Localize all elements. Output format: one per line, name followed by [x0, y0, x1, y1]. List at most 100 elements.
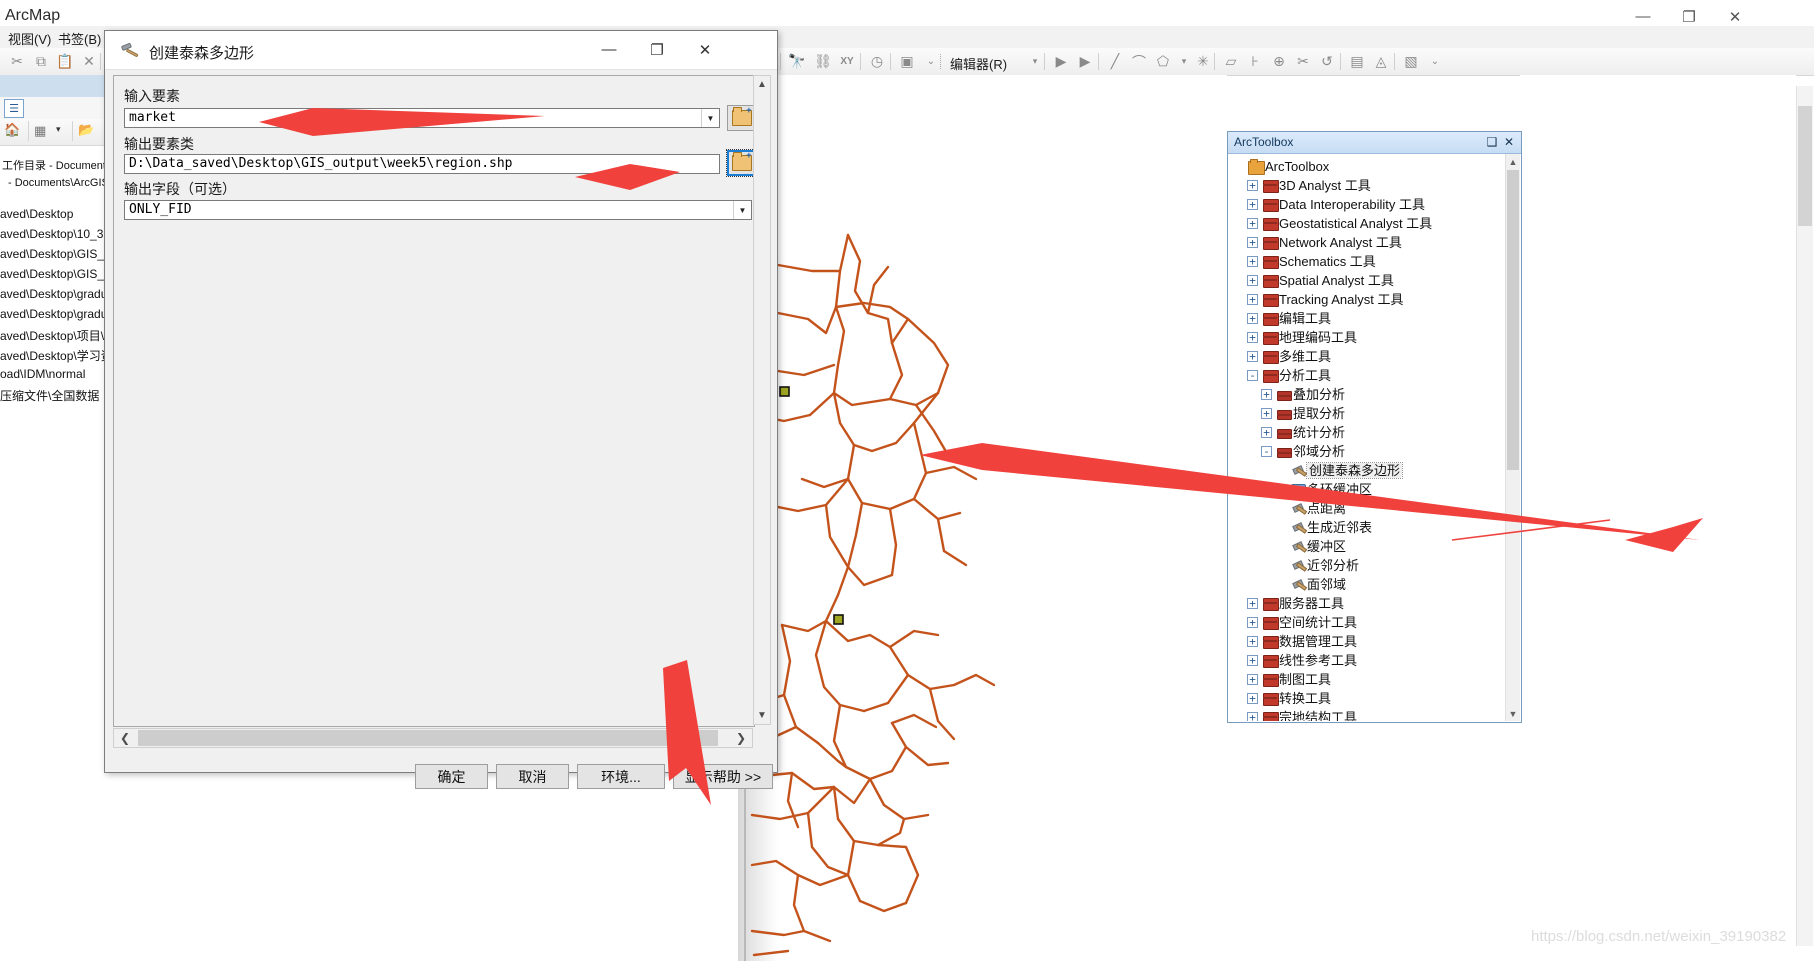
scroll-down-arrow-icon[interactable]: ▼ — [754, 707, 770, 724]
toolbox-tree-item[interactable]: - 分析工具 — [1229, 365, 1506, 384]
straight-segment-icon[interactable]: ╱ — [1104, 51, 1126, 72]
chevron-down-icon[interactable]: ▼ — [701, 109, 719, 127]
tree-expander-icon[interactable]: + — [1247, 313, 1258, 325]
arctoolbox-tree[interactable]: ArcToolbox +3D Analyst 工具 + Data Interopera… — [1229, 154, 1506, 721]
tree-expander-icon[interactable]: + — [1247, 218, 1258, 230]
find-icon[interactable]: 🔭 — [786, 51, 808, 72]
input-features-browse-button[interactable] — [727, 105, 754, 131]
attributes-icon[interactable]: ▤ — [1346, 51, 1368, 72]
catalog-item[interactable]: aved\Desktop\GIS_o — [0, 247, 111, 261]
toolbox-tree-item[interactable]: + 地理编码工具 — [1229, 327, 1506, 346]
dialog-titlebar[interactable]: 创建泰森多边形 — ❐ ✕ — [105, 31, 777, 70]
sketch-properties-icon[interactable]: ✳ — [1192, 51, 1214, 72]
split-tool-icon[interactable]: ⊦ — [1244, 51, 1266, 72]
catalog-item[interactable]: aved\Desktop\10_3 — [0, 227, 103, 241]
list-view-icon[interactable]: ▦ — [34, 123, 46, 139]
scroll-up-arrow-icon[interactable]: ▲ — [754, 76, 770, 93]
toolbox-tree-item[interactable]: + 空间统计工具 — [1229, 612, 1506, 631]
output-feature-class-input[interactable]: D:\Data_saved\Desktop\GIS_output\week5\r… — [124, 154, 720, 174]
environments-button[interactable]: 环境... — [577, 764, 665, 789]
cut-polygons-icon[interactable]: ✂ — [1292, 51, 1314, 72]
app-vertical-scrollbar[interactable] — [1796, 86, 1813, 946]
tree-expander-icon[interactable]: + — [1247, 693, 1258, 705]
tree-expander-icon[interactable]: + — [1247, 655, 1258, 667]
copy-icon[interactable]: ⧉ — [30, 51, 52, 72]
toolbox-tree-item[interactable]: + 统计分析 — [1229, 422, 1506, 441]
toolbox-tree-item[interactable]: + Schematics 工具 — [1229, 251, 1506, 270]
toolbox-tree-item[interactable]: 创建泰森多边形 — [1229, 460, 1506, 480]
tree-expander-icon[interactable]: + — [1261, 408, 1272, 420]
edit-annotation-icon[interactable]: ▧ — [1400, 51, 1422, 72]
toolbar-gripper[interactable] — [940, 54, 941, 69]
edit-tool-icon[interactable]: ▶ — [1050, 51, 1072, 72]
tree-expander-icon[interactable]: + — [1247, 256, 1258, 268]
scroll-up-arrow-icon[interactable]: ▲ — [1506, 154, 1520, 169]
catalog-item[interactable]: 压缩文件\全国数据 — [0, 387, 99, 404]
toolbox-tree-item[interactable]: 面邻域 — [1229, 574, 1506, 593]
toolbox-tree-item[interactable]: + 叠加分析 — [1229, 384, 1506, 403]
toolbox-tree-item[interactable]: + 制图工具 — [1229, 669, 1506, 688]
undo-edit-icon[interactable]: ↺ — [1316, 51, 1338, 72]
tree-expander-icon[interactable]: + — [1261, 427, 1272, 439]
arctoolbox-scrollbar[interactable]: ▲ ▼ — [1505, 154, 1520, 721]
toolbox-tree-item[interactable]: + 宗地结构工具 — [1229, 707, 1506, 721]
close-button[interactable]: ✕ — [1502, 135, 1516, 149]
go-to-xy-icon[interactable]: XY — [836, 51, 858, 72]
tree-expander-icon[interactable]: + — [1247, 351, 1258, 363]
scroll-right-arrow-icon[interactable]: ❯ — [730, 729, 752, 747]
tree-expander-icon[interactable]: + — [1247, 275, 1258, 287]
tree-expander-icon[interactable]: - — [1261, 446, 1272, 458]
catalog-item[interactable]: oad\IDM\normal — [0, 367, 85, 381]
create-viewer-window-icon[interactable]: ▣ — [896, 51, 918, 72]
toolbox-tree-item[interactable]: 点距离 — [1229, 498, 1506, 517]
toolbox-tree-item[interactable]: + 数据管理工具 — [1229, 631, 1506, 650]
toolbox-tree-item[interactable]: + Tracking Analyst 工具 — [1229, 289, 1506, 308]
toolbox-tree-item[interactable]: 近邻分析 — [1229, 555, 1506, 574]
dialog-horizontal-scrollbar[interactable]: ❮ ❯ — [113, 728, 753, 748]
chevron-down-icon[interactable]: ▼ — [733, 201, 751, 219]
new-folder-connection-icon[interactable]: 📂 — [78, 122, 94, 138]
dialog-minimize-button[interactable]: — — [585, 31, 633, 68]
toolbox-tree-item[interactable]: + Data Interoperability 工具 — [1229, 194, 1506, 213]
menu-view[interactable]: 视图(V) — [8, 29, 51, 48]
toolbox-tree-item[interactable]: +3D Analyst 工具 — [1229, 175, 1506, 194]
tree-expander-icon[interactable]: + — [1247, 712, 1258, 721]
tree-expander-icon[interactable]: + — [1247, 617, 1258, 629]
construction-tools-icon[interactable]: ⬠ — [1152, 51, 1174, 72]
toolbox-tree-item[interactable]: 生成近邻表 — [1229, 517, 1506, 536]
output-fields-input[interactable]: ONLY_FID ▼ — [124, 200, 752, 220]
toc-list-by-drawing-order-icon[interactable]: ☰ — [4, 99, 24, 118]
toolbox-tree-item[interactable]: + Spatial Analyst 工具 — [1229, 270, 1506, 289]
toolbox-tree-item[interactable]: + 服务器工具 — [1229, 593, 1506, 612]
toolbox-tree-item[interactable]: 缓冲区 — [1229, 536, 1506, 555]
cancel-button[interactable]: 取消 — [496, 764, 569, 789]
input-features-input[interactable]: market ▼ — [124, 108, 720, 128]
catalog-item[interactable]: aved\Desktop\GIS_o — [0, 267, 111, 281]
dialog-maximize-button[interactable]: ❐ — [633, 31, 681, 68]
catalog-item[interactable]: aved\Desktop\gradu — [0, 307, 107, 321]
toolbox-tree-item[interactable]: + 提取分析 — [1229, 403, 1506, 422]
trace-icon[interactable]: ▱ — [1220, 51, 1242, 72]
sketch-icon[interactable]: ◬ — [1370, 51, 1392, 72]
toolbox-tree-item[interactable]: + 多维工具 — [1229, 346, 1506, 365]
catalog-documents-arcgis[interactable]: - Documents\ArcGIS — [8, 177, 109, 189]
paste-icon[interactable]: 📋 — [54, 51, 76, 72]
dialog-hscroll-thumb[interactable] — [138, 730, 718, 746]
tree-expander-icon[interactable]: + — [1247, 598, 1258, 610]
output-feature-class-browse-button[interactable] — [726, 149, 754, 177]
catalog-item[interactable]: aved\Desktop\项目\1 — [0, 327, 111, 344]
editor-dropdown-icon[interactable]: ▾ — [1024, 51, 1046, 72]
toolbox-tree-item[interactable]: + 转换工具 — [1229, 688, 1506, 707]
tree-expander-icon[interactable]: + — [1261, 389, 1272, 401]
edit-annotation-tool-icon[interactable]: ▶ — [1074, 51, 1096, 72]
tree-expander-icon[interactable]: + — [1247, 294, 1258, 306]
auto-hide-button[interactable]: ❑ — [1485, 135, 1499, 149]
time-slider-icon[interactable]: ◷ — [866, 51, 888, 72]
scrollbar-thumb[interactable] — [1507, 170, 1519, 470]
view-dropdown-icon[interactable]: ▾ — [56, 124, 61, 135]
rotate-tool-icon[interactable]: ⊕ — [1268, 51, 1290, 72]
toolbox-tree-item[interactable]: ArcToolbox — [1229, 156, 1506, 175]
catalog-item[interactable]: aved\Desktop\学习资 — [0, 347, 113, 364]
toolbox-tree-item[interactable]: 多环缓冲区 — [1229, 479, 1506, 498]
tree-expander-icon[interactable]: + — [1247, 180, 1258, 192]
